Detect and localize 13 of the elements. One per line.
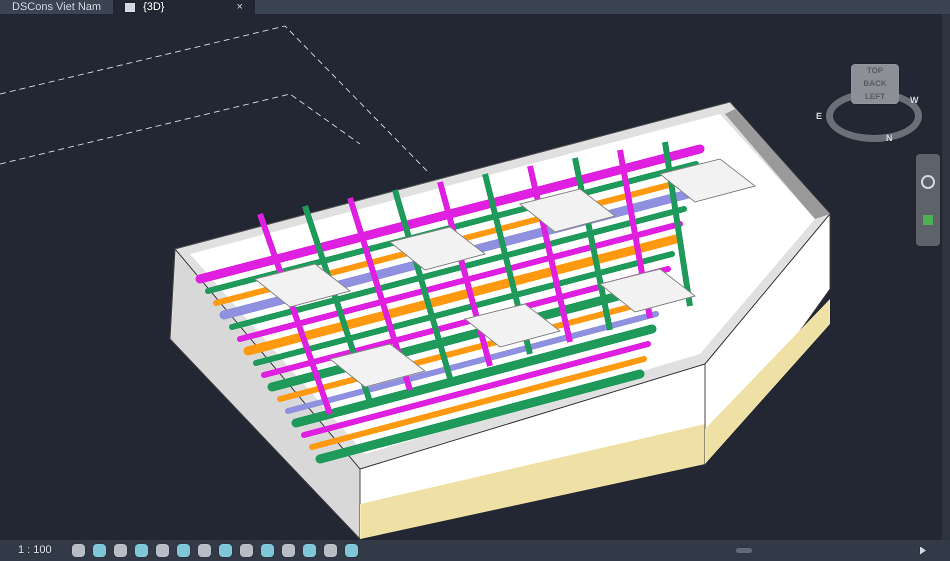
view-3d-icon (125, 2, 136, 12)
view-tab[interactable]: {3D} × (113, 0, 255, 14)
scroll-right-icon[interactable] (920, 546, 926, 554)
close-icon[interactable]: × (236, 0, 243, 16)
navigation-bar[interactable] (916, 154, 940, 246)
tab-label: {3D} (143, 0, 164, 15)
scrollbar-track[interactable] (942, 14, 950, 540)
compass-label: W (910, 94, 918, 107)
tab-label: DSCons Viet Nam (12, 0, 102, 15)
view-scale[interactable]: 1 : 100 (18, 542, 70, 559)
scrollbar-thumb[interactable] (736, 548, 752, 553)
compass-label: N (886, 132, 892, 145)
compass-label: E (816, 110, 822, 123)
